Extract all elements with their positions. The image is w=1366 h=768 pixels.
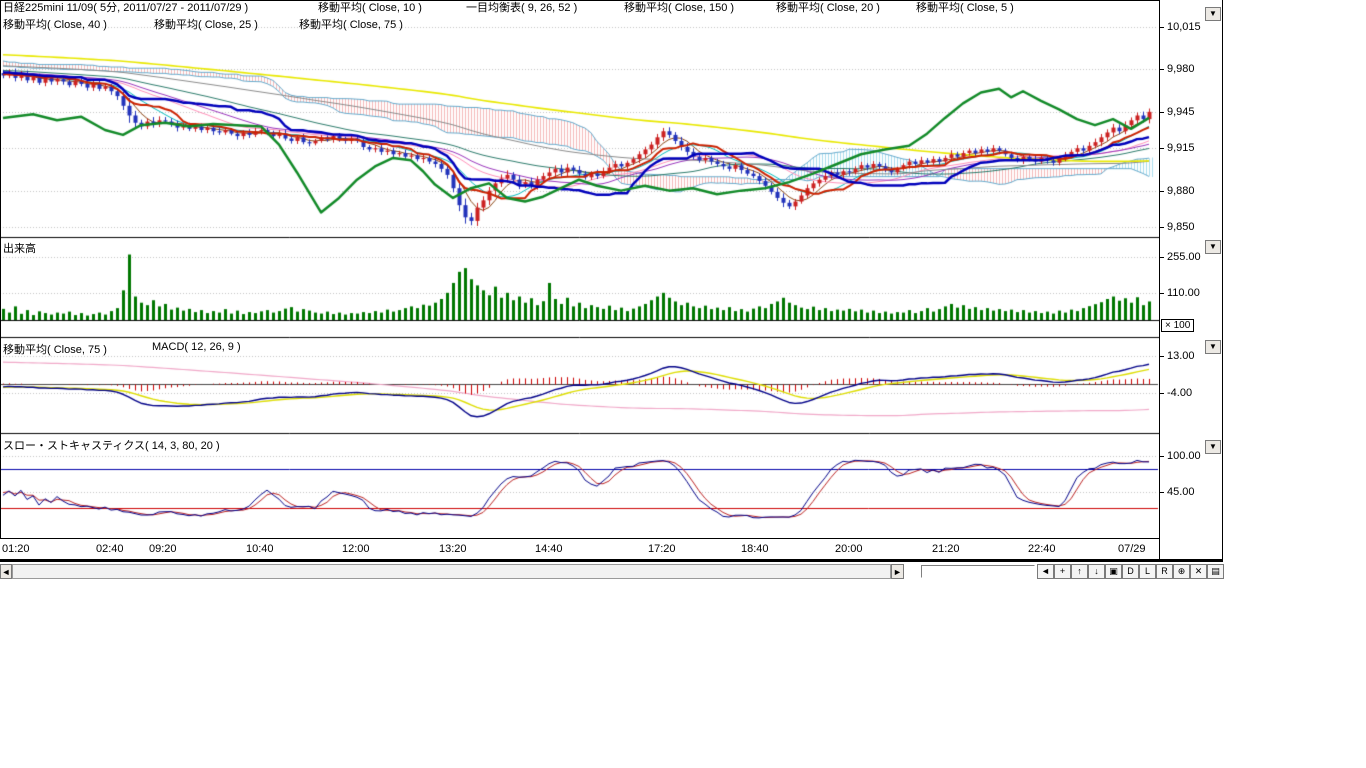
axis-tick	[1160, 257, 1164, 258]
volume-axis-label: 255.00	[1167, 251, 1201, 263]
legend-indicator: 移動平均( Close, 5 )	[916, 1, 1014, 16]
legend-indicator: 移動平均( Close, 25 )	[154, 18, 258, 33]
macd-axis-label: 13.00	[1167, 350, 1195, 362]
time-axis-label: 22:40	[1028, 543, 1056, 555]
axis-tick	[1160, 227, 1164, 228]
price-axis-label: 10,015	[1167, 21, 1201, 33]
y-axis-strip: × 100 10,015 9,980 9,945 9,915 9,880 9,850 255…	[1159, 0, 1223, 561]
panel-dropdown-arrow-icon[interactable]: ▼	[1205, 240, 1221, 254]
volume-axis-label: 110.00	[1167, 287, 1200, 299]
bottom-border	[0, 559, 1223, 562]
arrow-down-icon[interactable]: ↓	[1088, 564, 1105, 579]
time-axis-label: 01:20	[2, 543, 30, 555]
time-axis-label: 17:20	[648, 543, 676, 555]
legend-indicator: 移動平均( Close, 20 )	[776, 1, 880, 16]
time-axis: 01:20 02:40 09:20 10:40 12:00 13:20 14:40 17:20…	[0, 538, 1159, 560]
axis-tick	[1160, 492, 1164, 493]
axis-tick	[1160, 293, 1164, 294]
time-axis-label: 09:20	[149, 543, 177, 555]
time-axis-label: 07/29	[1118, 543, 1146, 555]
axis-tick	[1160, 456, 1164, 457]
axis-tick	[1160, 27, 1164, 28]
scrollbar-left-arrow[interactable]: ◄	[0, 564, 12, 579]
scrollbar-right-arrow[interactable]: ►	[891, 564, 904, 579]
window-border-left	[0, 0, 1, 561]
time-axis-label: 10:40	[246, 543, 274, 555]
price-axis-label: 9,945	[1167, 106, 1195, 118]
volume-multiplier-label: × 100	[1161, 319, 1194, 332]
bottom-scrollbar-row: ◄ ► ◄+↑↓▣DLR⊕✕▤	[0, 564, 1240, 579]
axis-tick	[1160, 356, 1164, 357]
axis-tick	[1160, 148, 1164, 149]
axis-tick	[1160, 69, 1164, 70]
price-axis-label: 9,880	[1167, 185, 1195, 197]
arrow-up-icon[interactable]: ↑	[1071, 564, 1088, 579]
chart-title: 日経225mini 11/09( 5分, 2011/07/27 - 2011/0…	[3, 1, 248, 16]
status-box	[921, 565, 1035, 578]
stochastics-panel-label: スロー・ストキャスティクス( 14, 3, 80, 20 )	[3, 437, 220, 453]
zoom-in-icon[interactable]: +	[1054, 564, 1071, 579]
panel-dropdown-arrow-icon[interactable]: ▼	[1205, 7, 1221, 21]
legend-indicator: 移動平均( Close, 10 )	[318, 1, 422, 16]
axis-tick	[1160, 112, 1164, 113]
time-axis-label: 12:00	[342, 543, 370, 555]
target-icon[interactable]: ⊕	[1173, 564, 1190, 579]
axis-tick	[1160, 191, 1164, 192]
legend-indicator: 移動平均( Close, 40 )	[3, 18, 107, 33]
axis-tick	[1160, 393, 1164, 394]
volume-panel-label: 出来高	[3, 240, 36, 256]
legend-indicator: 移動平均( Close, 150 )	[624, 1, 734, 16]
macd-ma-label: 移動平均( Close, 75 )	[3, 341, 107, 357]
stoch-axis-label: 100.00	[1167, 450, 1201, 462]
time-axis-label: 20:00	[835, 543, 863, 555]
letter-l-button[interactable]: L	[1139, 564, 1156, 579]
grid-icon[interactable]: ▣	[1105, 564, 1122, 579]
panel-dropdown-arrow-icon[interactable]: ▼	[1205, 340, 1221, 354]
panel-dropdown-arrow-icon[interactable]: ▼	[1205, 440, 1221, 454]
scroll-left-icon[interactable]: ◄	[1037, 564, 1054, 579]
macd-axis-label: -4.00	[1167, 387, 1192, 399]
time-axis-label: 13:20	[439, 543, 467, 555]
time-axis-label: 02:40	[96, 543, 124, 555]
price-axis-label: 9,915	[1167, 142, 1195, 154]
time-axis-label: 21:20	[932, 543, 960, 555]
app-window: 日経225mini 11/09( 5分, 2011/07/27 - 2011/0…	[0, 0, 1366, 768]
chart-canvas[interactable]	[0, 0, 1159, 538]
layout-icon[interactable]: ▤	[1207, 564, 1224, 579]
scrollbar-track[interactable]	[12, 564, 891, 579]
price-axis-label: 9,850	[1167, 221, 1195, 233]
macd-panel-label: MACD( 12, 26, 9 )	[152, 341, 241, 353]
time-axis-label: 18:40	[741, 543, 769, 555]
time-axis-label: 14:40	[535, 543, 563, 555]
price-axis-label: 9,980	[1167, 63, 1195, 75]
close-icon[interactable]: ✕	[1190, 564, 1207, 579]
stoch-axis-label: 45.00	[1167, 486, 1195, 498]
legend-indicator: 一目均衡表( 9, 26, 52 )	[466, 1, 577, 16]
legend-indicator: 移動平均( Close, 75 )	[299, 18, 403, 33]
letter-d-button[interactable]: D	[1122, 564, 1139, 579]
letter-r-button[interactable]: R	[1156, 564, 1173, 579]
